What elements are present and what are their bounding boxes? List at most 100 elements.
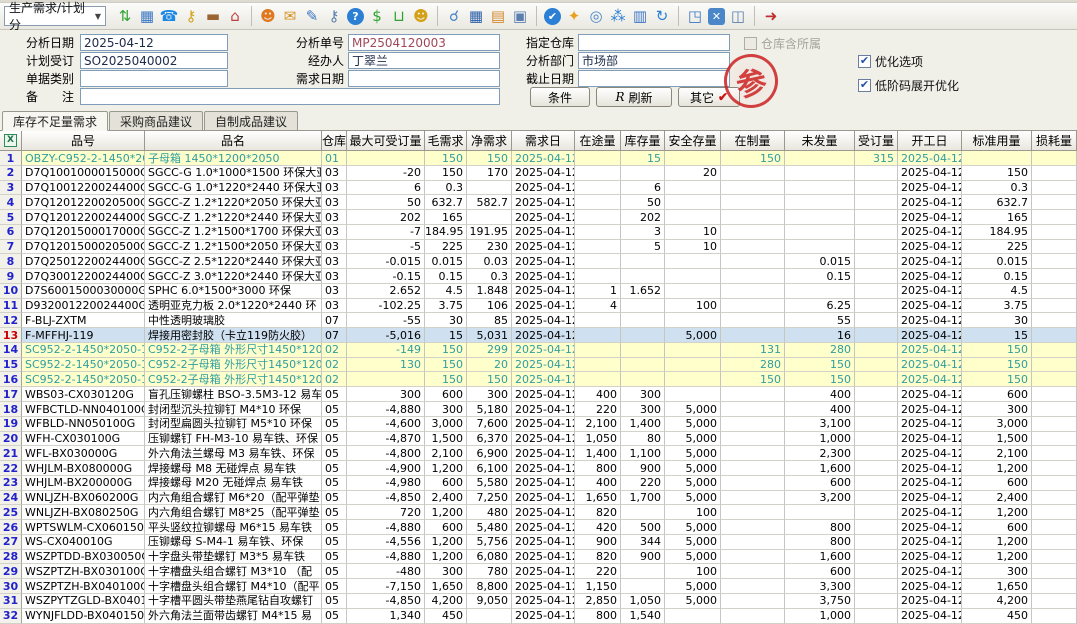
- cell-std_usage[interactable]: [962, 151, 1032, 166]
- close-icon[interactable]: ✕: [708, 8, 725, 25]
- cell-net_demand[interactable]: 1.848: [467, 284, 512, 299]
- cell-stock[interactable]: 1,700: [621, 491, 665, 506]
- briefcase-icon[interactable]: ▬: [202, 5, 224, 27]
- column-header-max_orderable[interactable]: 最大可受订量: [347, 131, 425, 151]
- row-number[interactable]: 11: [0, 299, 22, 314]
- cell-gross_demand[interactable]: 0.3: [425, 181, 467, 196]
- cell-unshipped[interactable]: 1,600: [785, 550, 855, 565]
- cell-stock[interactable]: [621, 564, 665, 579]
- cell-in_transit[interactable]: 820: [575, 550, 621, 565]
- cell-wip[interactable]: [721, 520, 785, 535]
- cell-part_no[interactable]: WNLJZH-BX080250G: [22, 505, 145, 520]
- analysis-no-input[interactable]: [348, 34, 500, 51]
- cell-std_usage[interactable]: 600: [962, 520, 1032, 535]
- cell-ordered[interactable]: [855, 328, 898, 343]
- cell-wip[interactable]: [721, 210, 785, 225]
- cell-loss[interactable]: [1032, 210, 1077, 225]
- cell-part_no[interactable]: OBZY-C952-2-1450*2050: [22, 151, 145, 166]
- cell-gross_demand[interactable]: 450: [425, 609, 467, 624]
- cell-net_demand[interactable]: [467, 181, 512, 196]
- cell-start_date[interactable]: 2025-04-12: [898, 417, 962, 432]
- row-number[interactable]: 9: [0, 269, 22, 284]
- cell-ordered[interactable]: [855, 195, 898, 210]
- cell-start_date[interactable]: 2025-04-12: [898, 372, 962, 387]
- cell-safety_stock[interactable]: [665, 254, 721, 269]
- cell-start_date[interactable]: 2025-04-12: [898, 313, 962, 328]
- cell-stock[interactable]: [621, 372, 665, 387]
- cell-loss[interactable]: [1032, 254, 1077, 269]
- cell-part_no[interactable]: SC952-2-1450*2050-1: [22, 343, 145, 358]
- cell-gross_demand[interactable]: 600: [425, 520, 467, 535]
- row-number[interactable]: 22: [0, 461, 22, 476]
- cell-ordered[interactable]: [855, 166, 898, 181]
- cell-max_orderable[interactable]: -0.15: [347, 269, 425, 284]
- cell-max_orderable[interactable]: -5: [347, 240, 425, 255]
- cell-safety_stock[interactable]: [665, 151, 721, 166]
- cell-loss[interactable]: [1032, 579, 1077, 594]
- column-header-loss[interactable]: 损耗量: [1032, 131, 1077, 151]
- window-icon[interactable]: ◳: [684, 5, 706, 27]
- cell-ordered[interactable]: [855, 313, 898, 328]
- cell-net_demand[interactable]: 300: [467, 387, 512, 402]
- cell-stock[interactable]: 1,400: [621, 417, 665, 432]
- cell-ordered[interactable]: [855, 505, 898, 520]
- cell-in_transit[interactable]: 2,850: [575, 594, 621, 609]
- table-row[interactable]: 26WPTSWLM-CX060150G平头竖纹拉铆螺母 M6*15 易车铁05-…: [0, 520, 1077, 535]
- cell-warehouse[interactable]: 05: [322, 550, 347, 565]
- column-header-ordered[interactable]: 受订量: [855, 131, 898, 151]
- cell-safety_stock[interactable]: [665, 387, 721, 402]
- optimize-checkbox[interactable]: ✔ 优化选项: [858, 54, 923, 69]
- cell-max_orderable[interactable]: -102.25: [347, 299, 425, 314]
- cell-ordered[interactable]: [855, 402, 898, 417]
- cell-max_orderable[interactable]: -480: [347, 564, 425, 579]
- cell-start_date[interactable]: 2025-04-12: [898, 594, 962, 609]
- cell-max_orderable[interactable]: -4,850: [347, 491, 425, 506]
- cell-max_orderable[interactable]: -4,870: [347, 432, 425, 447]
- computer-icon[interactable]: ▦: [136, 5, 158, 27]
- row-number[interactable]: 26: [0, 520, 22, 535]
- cell-part_no[interactable]: D7Q2501220024400G: [22, 254, 145, 269]
- cell-safety_stock[interactable]: 10: [665, 240, 721, 255]
- row-number[interactable]: 8: [0, 254, 22, 269]
- cell-in_transit[interactable]: 400: [575, 387, 621, 402]
- column-header-demand_date[interactable]: 需求日: [512, 131, 575, 151]
- row-number[interactable]: 21: [0, 446, 22, 461]
- cell-unshipped[interactable]: 1,000: [785, 609, 855, 624]
- cell-net_demand[interactable]: 5,031: [467, 328, 512, 343]
- cell-max_orderable[interactable]: -7,150: [347, 579, 425, 594]
- cell-net_demand[interactable]: 6,100: [467, 461, 512, 476]
- cell-gross_demand[interactable]: 300: [425, 564, 467, 579]
- tab-self-made-suggest[interactable]: 自制成品建议: [204, 111, 298, 130]
- cell-safety_stock[interactable]: 5,000: [665, 579, 721, 594]
- table-row[interactable]: 32WYNJFLDD-BX040150G外六角法兰面带齿螺钉 M4*15 易05…: [0, 609, 1077, 624]
- cell-gross_demand[interactable]: 150: [425, 166, 467, 181]
- cell-ordered[interactable]: [855, 225, 898, 240]
- cell-demand_date[interactable]: 2025-04-12: [512, 195, 575, 210]
- cell-demand_date[interactable]: 2025-04-12: [512, 432, 575, 447]
- cell-warehouse[interactable]: 03: [322, 225, 347, 240]
- cell-safety_stock[interactable]: 20: [665, 166, 721, 181]
- cell-unshipped[interactable]: [785, 240, 855, 255]
- table-row[interactable]: 21WFL-BX030000G外六角法兰螺母 M3 易车铁、环保05-4,800…: [0, 446, 1077, 461]
- cell-part_name[interactable]: 盲孔压铆螺柱 BSO-3.5M3-12 易车: [145, 387, 322, 402]
- cell-stock[interactable]: [621, 313, 665, 328]
- cell-gross_demand[interactable]: 150: [425, 372, 467, 387]
- cell-part_name[interactable]: 内六角组合螺钉 M8*25（配平弹垫: [145, 505, 322, 520]
- warehouse-sub-checkbox[interactable]: ✔ 仓库含所属: [744, 36, 821, 51]
- cell-max_orderable[interactable]: [347, 151, 425, 166]
- cell-warehouse[interactable]: 07: [322, 328, 347, 343]
- cell-wip[interactable]: [721, 195, 785, 210]
- cell-part_name[interactable]: SPHC 6.0*1500*3000 环保: [145, 284, 322, 299]
- cell-part_name[interactable]: 内六角组合螺钉 M6*20（配平弹垫: [145, 491, 322, 506]
- cell-part_name[interactable]: SGCC-Z 1.2*1220*2050 环保大亚: [145, 195, 322, 210]
- cell-unshipped[interactable]: 16: [785, 328, 855, 343]
- column-header-stock[interactable]: 库存量: [621, 131, 665, 151]
- cell-part_no[interactable]: D7Q1201500020500G: [22, 240, 145, 255]
- cell-demand_date[interactable]: 2025-04-12: [512, 225, 575, 240]
- column-header-start_date[interactable]: 开工日: [898, 131, 962, 151]
- cell-start_date[interactable]: 2025-04-12: [898, 210, 962, 225]
- cell-demand_date[interactable]: 2025-04-12: [512, 594, 575, 609]
- cell-warehouse[interactable]: 02: [322, 358, 347, 373]
- note-icon[interactable]: ✎: [301, 5, 323, 27]
- cell-warehouse[interactable]: 03: [322, 166, 347, 181]
